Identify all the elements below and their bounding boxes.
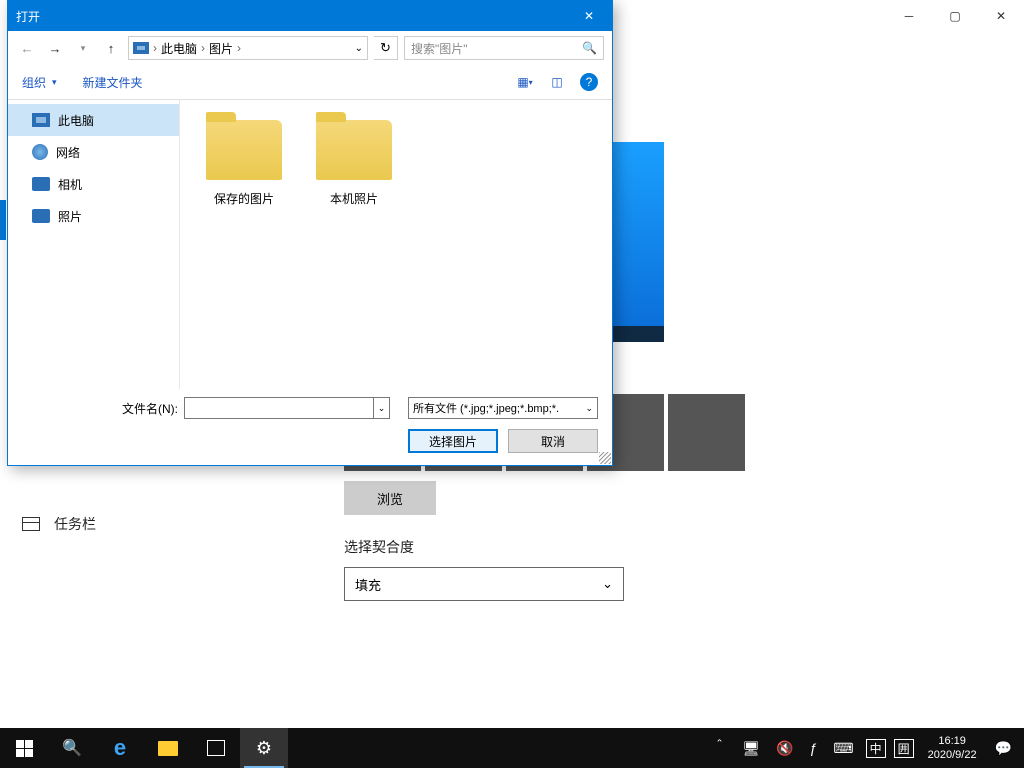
taskbar-settings[interactable]: ⚙: [240, 728, 288, 768]
pc-icon: [32, 113, 50, 127]
wallpaper-thumb[interactable]: [668, 394, 745, 471]
filename-input[interactable]: [184, 397, 374, 419]
tree-item-network[interactable]: 网络: [8, 136, 179, 168]
ime-indicator[interactable]: 中: [866, 739, 886, 758]
breadcrumb-sep: ›: [237, 41, 241, 55]
dialog-title: 打开: [16, 8, 40, 25]
tray-volume-icon[interactable]: 🔇: [772, 740, 797, 757]
taskbar-edge[interactable]: e: [96, 728, 144, 768]
resize-handle[interactable]: [599, 452, 611, 464]
nav-back-icon[interactable]: ←: [16, 41, 38, 56]
dialog-close-button[interactable]: ✕: [566, 1, 612, 31]
nav-accent: [0, 200, 6, 240]
address-bar[interactable]: › 此电脑 › 图片 › ⌄: [128, 36, 368, 60]
pc-icon: [133, 42, 149, 54]
maximize-button[interactable]: ▢: [932, 0, 978, 32]
folder-icon: [316, 120, 392, 180]
camera-icon: [32, 177, 50, 191]
breadcrumb-sep: ›: [201, 41, 205, 55]
nav-tree: 此电脑 网络 相机 照片: [8, 100, 180, 389]
edge-icon: e: [114, 735, 126, 761]
help-icon[interactable]: ?: [580, 73, 598, 91]
folder-label: 本机照片: [330, 190, 378, 207]
breadcrumb-folder[interactable]: 图片: [209, 40, 233, 57]
folder-item[interactable]: 保存的图片: [206, 120, 282, 207]
addr-dropdown-icon[interactable]: ⌄: [355, 43, 363, 54]
browse-button[interactable]: 浏览: [344, 481, 436, 515]
folder-icon: [158, 741, 178, 756]
windows-icon: [16, 740, 33, 757]
view-pane-icon[interactable]: ◫: [548, 74, 566, 90]
taskbar: 🔍 e ⚙ ＾ 🖥 🔇 ƒ ⌨ 中 囲 16:19 2020/9/22 💬: [0, 728, 1024, 768]
open-button[interactable]: 选择图片: [408, 429, 498, 453]
section-fit: 选择契合度: [344, 537, 1014, 557]
new-folder-button[interactable]: 新建文件夹: [83, 74, 143, 91]
action-center-icon[interactable]: 💬: [991, 740, 1016, 757]
nav-item-label: 任务栏: [54, 514, 96, 534]
chevron-down-icon: ⌄: [585, 403, 593, 414]
search-input[interactable]: 搜索"图片" 🔍: [404, 36, 604, 60]
ime-indicator-2[interactable]: 囲: [894, 739, 914, 758]
start-button[interactable]: [0, 728, 48, 768]
search-icon: 🔍: [582, 41, 597, 55]
folder-label: 保存的图片: [214, 190, 274, 207]
chevron-down-icon: ▾: [52, 77, 57, 88]
cancel-button[interactable]: 取消: [508, 429, 598, 453]
filename-dropdown-icon[interactable]: ⌄: [374, 397, 390, 419]
search-placeholder: 搜索"图片": [411, 40, 468, 57]
filename-label: 文件名(N):: [122, 400, 178, 417]
filetype-filter[interactable]: 所有文件 (*.jpg;*.jpeg;*.bmp;*. ⌄: [408, 397, 598, 419]
fit-dropdown[interactable]: 填充 ⌄: [344, 567, 624, 601]
search-button[interactable]: 🔍: [48, 728, 96, 768]
tray-expand-icon[interactable]: ＾: [708, 738, 730, 758]
breadcrumb-root[interactable]: 此电脑: [161, 40, 197, 57]
tray-ease-icon[interactable]: ƒ: [806, 740, 822, 756]
refresh-button[interactable]: ↻: [374, 36, 398, 60]
folder-item[interactable]: 本机照片: [316, 120, 392, 207]
file-list[interactable]: 保存的图片 本机照片: [180, 100, 612, 389]
network-icon: [32, 144, 48, 160]
nav-forward-icon[interactable]: →: [44, 41, 66, 56]
taskbar-store[interactable]: [192, 728, 240, 768]
tree-item-photos[interactable]: 照片: [8, 200, 179, 232]
organize-menu[interactable]: 组织 ▾: [22, 74, 57, 91]
folder-icon: [206, 120, 282, 180]
fit-value: 填充: [355, 575, 381, 594]
tray-network-icon[interactable]: 🖥: [738, 740, 764, 757]
clock-time: 16:19: [928, 734, 977, 748]
search-icon: 🔍: [62, 738, 82, 758]
chevron-down-icon: ⌄: [602, 576, 613, 592]
taskbar-icon: [22, 517, 40, 531]
taskbar-explorer[interactable]: [144, 728, 192, 768]
tree-item-camera[interactable]: 相机: [8, 168, 179, 200]
gear-icon: ⚙: [256, 738, 272, 759]
clock[interactable]: 16:19 2020/9/22: [922, 734, 983, 763]
close-button[interactable]: ✕: [978, 0, 1024, 32]
nav-recent-icon[interactable]: ▾: [72, 43, 94, 54]
view-thumb-icon[interactable]: ▦ ▾: [516, 74, 534, 90]
tray-keyboard-icon[interactable]: ⌨: [829, 740, 857, 757]
store-icon: [207, 740, 225, 756]
minimize-button[interactable]: ─: [886, 0, 932, 32]
file-open-dialog: 打开 ✕ ← → ▾ ↑ › 此电脑 › 图片 › ⌄ ↻ 搜索"图片" 🔍 组…: [7, 0, 613, 466]
nav-item-taskbar[interactable]: 任务栏: [12, 502, 330, 546]
photos-icon: [32, 209, 50, 223]
clock-date: 2020/9/22: [928, 748, 977, 762]
breadcrumb-sep: ›: [153, 41, 157, 55]
nav-up-icon[interactable]: ↑: [100, 41, 122, 56]
tree-item-pc[interactable]: 此电脑: [8, 104, 179, 136]
